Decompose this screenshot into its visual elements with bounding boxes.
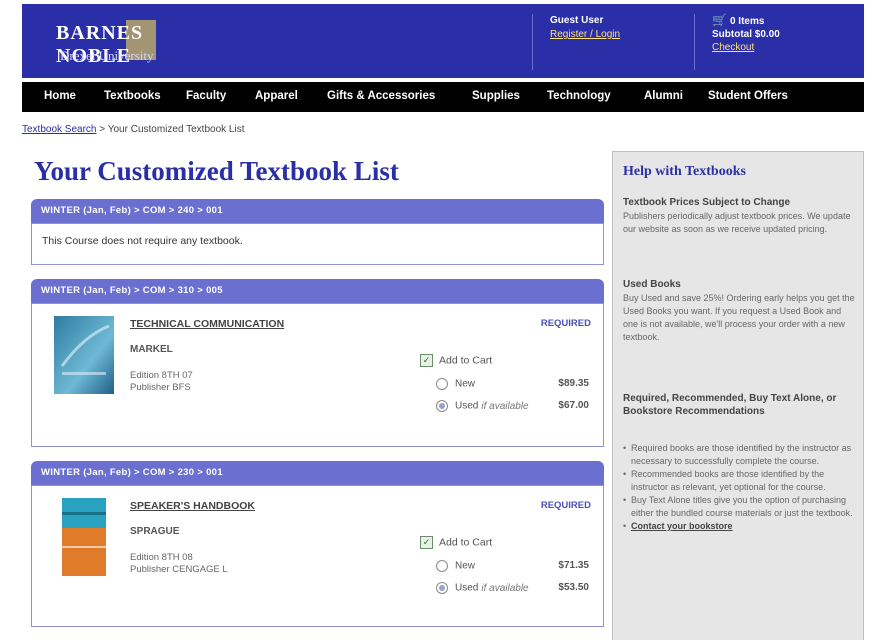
new-option[interactable]: New (436, 560, 475, 572)
new-option[interactable]: New (436, 378, 475, 390)
book-title-link[interactable]: TECHNICAL COMMUNICATION (130, 318, 284, 330)
add-to-cart-checkbox[interactable]: ✓ Add to Cart (420, 354, 492, 367)
course-header: WINTER (Jan, Feb) > COM > 240 > 001 (31, 199, 604, 223)
book-types-list: Required books are those identified by t… (623, 442, 855, 533)
nav-item-technology[interactable]: Technology (547, 90, 611, 102)
page-title: Your Customized Textbook List (34, 156, 399, 186)
used-books-text: Buy Used and save 25%! Ordering early he… (623, 293, 855, 342)
course-header-label: WINTER (Jan, Feb) > COM > 230 > 001 (41, 467, 223, 478)
used-option[interactable]: Used if available (436, 582, 529, 594)
used-books-heading: Used Books (623, 279, 681, 290)
book-meta: Edition 8TH 07 Publisher BFS (130, 370, 193, 394)
book-publisher: Publisher BFS (130, 382, 191, 393)
course-header-label: WINTER (Jan, Feb) > COM > 310 > 005 (41, 285, 223, 296)
nav-item-alumni[interactable]: Alumni (644, 90, 683, 102)
help-sidebar: Help with Textbooks Textbook Prices Subj… (612, 151, 864, 640)
course-panel: SPEAKER'S HANDBOOK SPRAGUE Edition 8TH 0… (31, 485, 604, 627)
used-price: $53.50 (558, 582, 589, 593)
breadcrumb: Textbook Search > Your Customized Textbo… (22, 124, 244, 135)
new-label: New (455, 378, 476, 390)
book-cover-speakers-handbook[interactable] (54, 498, 114, 576)
nav-item-gifts[interactable]: Gifts & Accessories (327, 90, 435, 102)
book-author: SPRAGUE (130, 526, 180, 537)
add-to-cart-label: Add to Cart (439, 354, 493, 367)
cart-subtotal: Subtotal $0.00 (712, 29, 780, 40)
requirement-badge: REQUIRED (540, 500, 591, 511)
add-to-cart-checkbox[interactable]: ✓ Add to Cart (420, 536, 492, 549)
used-availability-note: if available (481, 400, 529, 412)
book-title-link[interactable]: SPEAKER'S HANDBOOK (130, 500, 255, 512)
course-panel: TECHNICAL COMMUNICATION MARKEL Edition 8… (31, 303, 604, 447)
bn-logo[interactable]: BARNES NOBLE Drexel University (54, 18, 224, 67)
new-price: $89.35 (558, 378, 589, 389)
book-publisher: Publisher CENGAGE L (130, 564, 228, 575)
nav-item-faculty[interactable]: Faculty (186, 90, 226, 102)
shopping-cart-icon[interactable]: 🛒 (712, 14, 727, 27)
nav-item-textbooks[interactable]: Textbooks (104, 90, 161, 102)
book-author: MARKEL (130, 344, 173, 355)
contact-bookstore-link[interactable]: Contact your bookstore (631, 521, 733, 531)
new-radio[interactable] (436, 378, 448, 390)
book-cover-technical-communication[interactable] (54, 316, 114, 394)
checkmark-icon[interactable]: ✓ (420, 536, 433, 549)
checkmark-icon[interactable]: ✓ (420, 354, 433, 367)
header-divider (694, 14, 695, 70)
used-price: $67.00 (558, 400, 589, 411)
new-radio[interactable] (436, 560, 448, 572)
add-to-cart-label: Add to Cart (439, 536, 493, 549)
breadcrumb-textbook-search[interactable]: Textbook Search (22, 124, 97, 135)
price-change-heading: Textbook Prices Subject to Change (623, 197, 791, 208)
used-radio[interactable] (436, 582, 448, 594)
breadcrumb-current: Your Customized Textbook List (107, 124, 245, 135)
list-item: Recommended books are those identified b… (623, 468, 855, 494)
book-edition: Edition 8TH 07 (130, 370, 193, 381)
nav-item-apparel[interactable]: Apparel (255, 90, 298, 102)
sidebar-title: Help with Textbooks (623, 164, 746, 179)
cart-box: 🛒 0 Items Subtotal $0.00 Checkout (712, 14, 780, 54)
checkout-link[interactable]: Checkout (712, 41, 780, 54)
register-login-link[interactable]: Register / Login (550, 28, 620, 42)
list-item: Contact your bookstore (623, 520, 855, 533)
new-label: New (455, 560, 476, 572)
course-header: WINTER (Jan, Feb) > COM > 310 > 005 (31, 279, 604, 303)
no-textbook-message: This Course does not require any textboo… (42, 235, 243, 247)
course-header-label: WINTER (Jan, Feb) > COM > 240 > 001 (41, 205, 223, 216)
account-box: Guest User Register / Login (550, 14, 620, 42)
cart-item-count[interactable]: 0 Items (730, 16, 764, 27)
nav-item-supplies[interactable]: Supplies (472, 90, 520, 102)
header-divider (532, 14, 533, 70)
list-item: Buy Text Alone titles give you the optio… (623, 494, 855, 520)
breadcrumb-separator: > (99, 124, 106, 135)
main-nav: Home Textbooks Faculty Apparel Gifts & A… (22, 82, 864, 112)
used-option[interactable]: Used if available (436, 400, 529, 412)
list-item: Required books are those identified by t… (623, 442, 855, 468)
site-header: BARNES NOBLE Drexel University Guest Use… (22, 4, 864, 78)
used-label: Used (455, 400, 479, 412)
nav-item-home[interactable]: Home (44, 90, 76, 102)
price-change-text: Publishers periodically adjust textbook … (623, 211, 851, 234)
book-meta: Edition 8TH 08 Publisher CENGAGE L (130, 552, 228, 576)
new-price: $71.35 (558, 560, 589, 571)
book-edition: Edition 8TH 08 (130, 552, 193, 563)
requirement-badge: REQUIRED (540, 318, 591, 329)
used-availability-note: if available (481, 582, 529, 594)
logo-subtitle: Drexel University (60, 48, 154, 63)
course-panel: This Course does not require any textboo… (31, 223, 604, 265)
nav-item-student-offers[interactable]: Student Offers (708, 90, 788, 102)
used-label: Used (455, 582, 479, 594)
book-types-heading: Required, Recommended, Buy Text Alone, o… (623, 393, 837, 417)
guest-user-label: Guest User (550, 15, 604, 26)
used-radio[interactable] (436, 400, 448, 412)
course-header: WINTER (Jan, Feb) > COM > 230 > 001 (31, 461, 604, 485)
